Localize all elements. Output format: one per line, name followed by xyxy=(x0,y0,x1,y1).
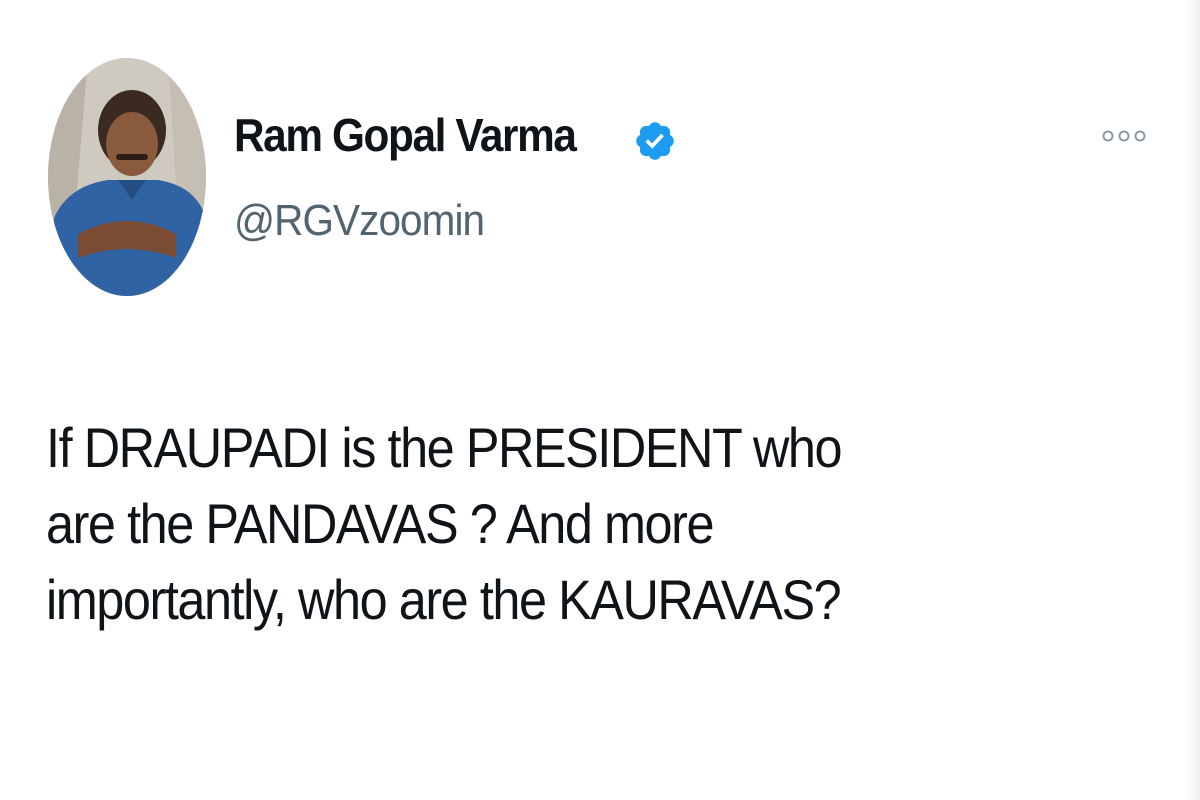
user-handle[interactable]: @RGVzoomin xyxy=(234,196,485,246)
tweet-text-line: are the PANDAVAS ? And more xyxy=(46,492,715,555)
more-options-icon xyxy=(1102,130,1146,142)
scrollbar-edge xyxy=(1186,0,1200,800)
tweet-card: Ram Gopal Varma @RGVzoomin If DRAUPADI i… xyxy=(0,0,1200,800)
avatar[interactable] xyxy=(48,58,206,296)
profile-photo-icon xyxy=(48,58,206,296)
tweet-text-line: importantly, who are the KAURAVAS? xyxy=(46,568,842,631)
verified-badge-icon xyxy=(633,119,677,163)
more-options-button[interactable] xyxy=(1096,118,1152,154)
tweet-text: If DRAUPADI is the PRESIDENT who are the… xyxy=(46,410,1054,638)
display-name[interactable]: Ram Gopal Varma xyxy=(234,108,577,162)
tweet-text-line: If DRAUPADI is the PRESIDENT who xyxy=(46,416,843,479)
